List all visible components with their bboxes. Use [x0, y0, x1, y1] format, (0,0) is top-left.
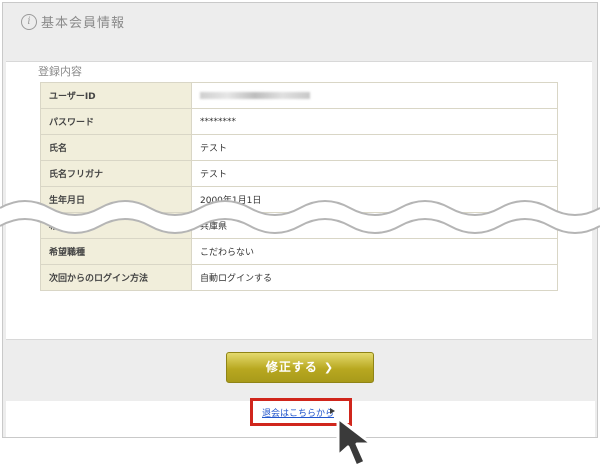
chevron-right-icon: ❯ [323, 361, 335, 374]
row-value [191, 82, 558, 109]
row-value: 自動ログインする [191, 264, 558, 291]
wavy-cut-separator [0, 200, 600, 234]
row-key: パスワード [40, 108, 192, 135]
row-key: 希望職種 [40, 238, 192, 265]
table-row: 氏名フリガナ テスト [40, 160, 558, 187]
panel-header: i 基本会員情報 [3, 3, 597, 39]
section-label: 登録内容 [38, 65, 82, 78]
row-value: こだわらない [191, 238, 558, 265]
row-value: ******** [191, 108, 558, 135]
table-row: ユーザーID [40, 82, 558, 109]
row-value: テスト [191, 160, 558, 187]
row-key: 氏名フリガナ [40, 160, 192, 187]
page-title: 基本会員情報 [41, 16, 126, 31]
withdraw-link[interactable]: 退会はこちらから [262, 406, 334, 419]
row-key: 次回からのログイン方法 [40, 264, 192, 291]
row-key: ユーザーID [40, 82, 192, 109]
table-row: 氏名 テスト [40, 134, 558, 161]
edit-button-label: 修正する [265, 360, 318, 374]
table-row: パスワード ******** [40, 108, 558, 135]
row-value: テスト [191, 134, 558, 161]
row-key: 氏名 [40, 134, 192, 161]
table-row: 希望職種 こだわらない [40, 238, 558, 265]
mouse-cursor-icon [336, 416, 374, 468]
triangle-right-icon [330, 408, 335, 414]
edit-button[interactable]: 修正する ❯ [226, 352, 374, 383]
table-row: 次回からのログイン方法 自動ログインする [40, 264, 558, 291]
info-icon: i [21, 14, 37, 30]
redacted-user-id [200, 91, 310, 99]
